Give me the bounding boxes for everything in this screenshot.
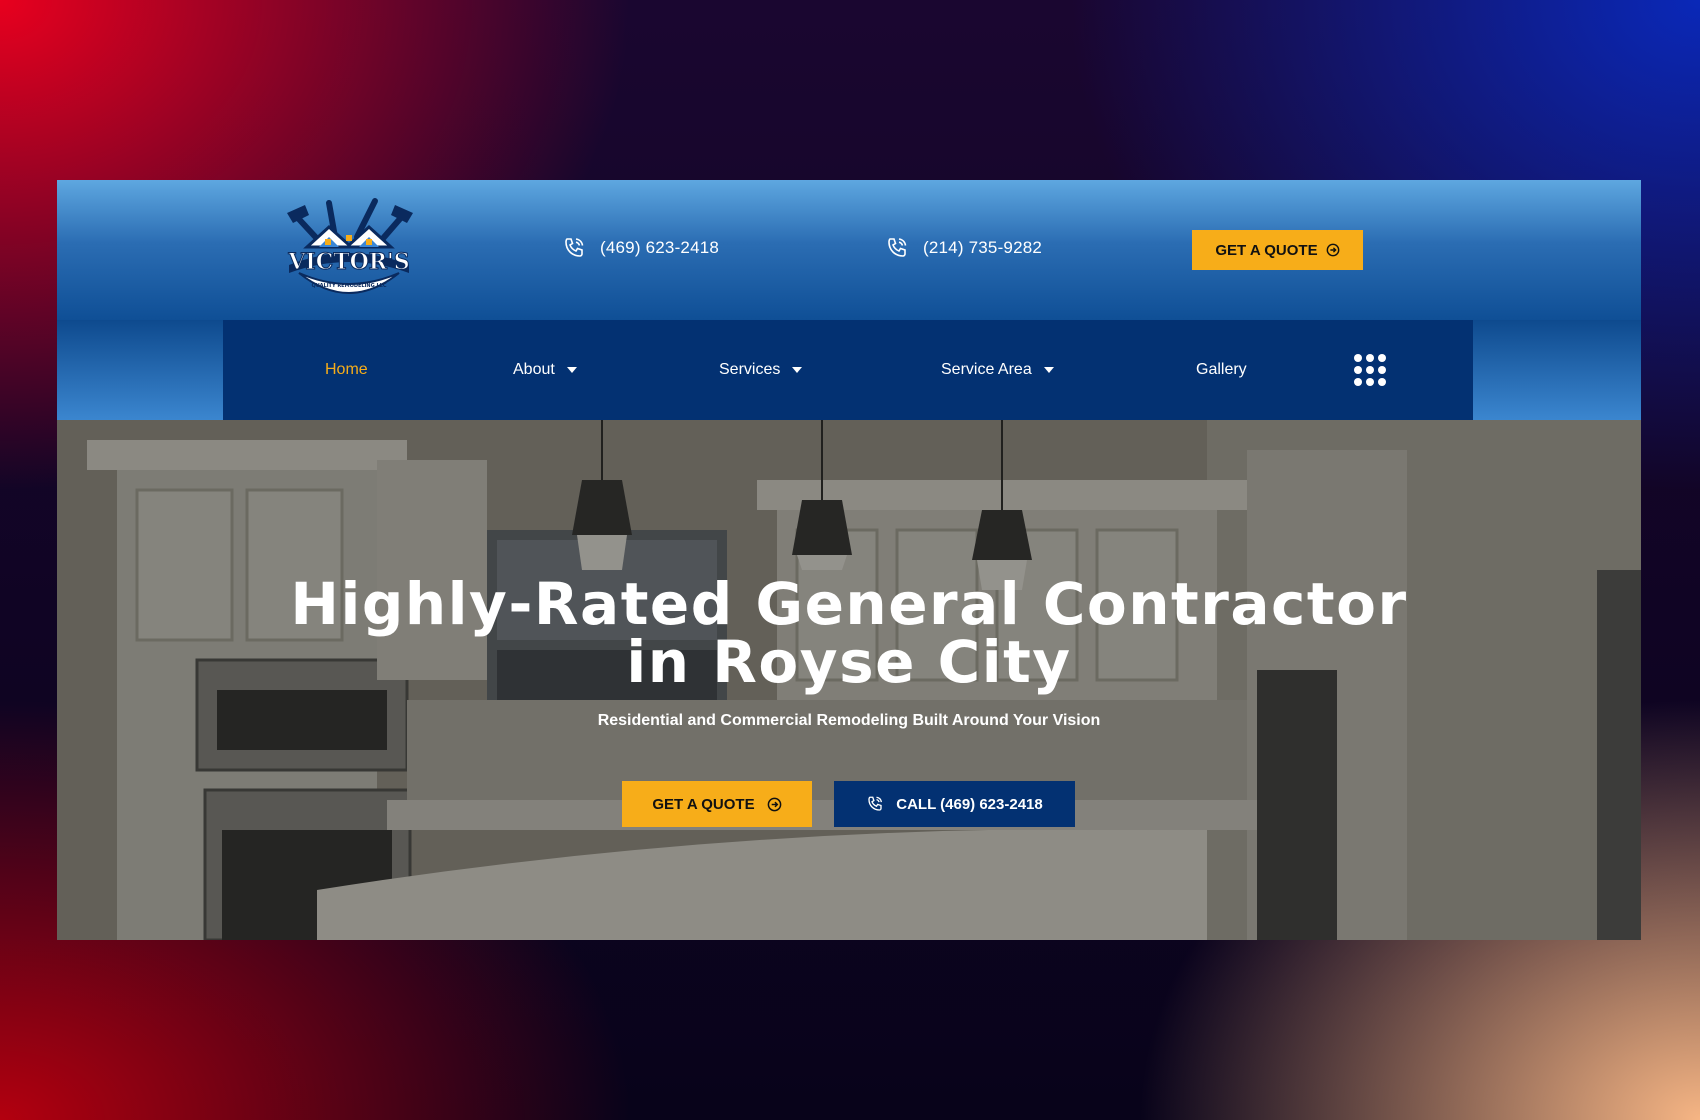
phone-number-1: (469) 623-2418: [600, 238, 720, 257]
nav-item-label: Service Area: [941, 361, 1032, 378]
hero-title-line-2: in Royse City: [626, 628, 1072, 696]
caret-down-icon: [1043, 367, 1054, 373]
hero-section: Highly-Rated General Contractor in Royse…: [57, 420, 1641, 940]
get-a-quote-label: GET A QUOTE: [1215, 241, 1318, 259]
hero-call-label: CALL (469) 623-2418: [896, 795, 1043, 813]
nav-item-label: About: [513, 361, 555, 378]
top-header: VICTOR'S QUALITY REMODELING LLC (469) 62…: [57, 180, 1641, 320]
nav-item-gallery[interactable]: Gallery: [1196, 320, 1247, 420]
nav-item-home[interactable]: Home: [325, 320, 368, 420]
nav-item-services[interactable]: Services: [719, 320, 803, 420]
header-phone-2[interactable]: (214) 735-9282: [885, 236, 1042, 260]
hero-get-a-quote-button[interactable]: GET A QUOTE: [622, 781, 812, 827]
hero-quote-label: GET A QUOTE: [652, 795, 755, 813]
nav-item-label: Services: [719, 361, 781, 378]
logo-text: VICTOR'S: [287, 249, 409, 275]
logo-subtext: QUALITY REMODELING LLC: [311, 283, 386, 289]
caret-down-icon: [792, 367, 803, 373]
get-a-quote-button[interactable]: GET A QUOTE: [1192, 230, 1363, 270]
hero-call-button[interactable]: CALL (469) 623-2418: [834, 781, 1075, 827]
nav-item-service-area[interactable]: Service Area: [941, 320, 1054, 420]
nav-item-about[interactable]: About: [513, 320, 577, 420]
caret-down-icon: [566, 367, 577, 373]
nav-item-label: Home: [325, 361, 368, 378]
phone-icon: [868, 796, 883, 811]
company-logo[interactable]: VICTOR'S QUALITY REMODELING LLC: [279, 195, 419, 305]
grid-dots-icon[interactable]: [1353, 353, 1387, 387]
header-phone-1[interactable]: (469) 623-2418: [562, 236, 719, 260]
phone-number-2: (214) 735-9282: [923, 238, 1043, 257]
arrow-circle-right-icon: [767, 797, 781, 811]
main-navigation: Home About Services Service Area Gallery: [223, 320, 1473, 420]
phone-icon: [565, 238, 584, 257]
nav-item-label: Gallery: [1196, 361, 1247, 378]
website-frame: VICTOR'S QUALITY REMODELING LLC (469) 62…: [57, 180, 1641, 940]
phone-icon: [888, 238, 907, 257]
arrow-circle-right-icon: [1326, 243, 1339, 257]
hero-title: Highly-Rated General Contractor in Royse…: [57, 575, 1641, 691]
hero-subtitle: Residential and Commercial Remodeling Bu…: [597, 712, 1101, 729]
